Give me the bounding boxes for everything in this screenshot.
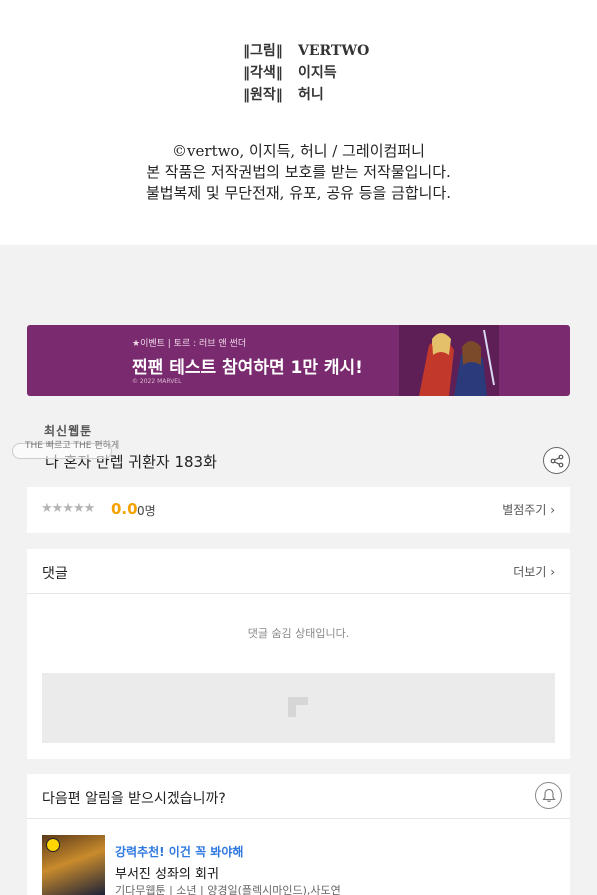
recommendation-tag: 강력추천! 이건 꼭 봐야해 [115,845,244,859]
comments-hidden-message: 댓글 숨김 상태입니다. [247,627,350,640]
copyright-notice-line2: 불법복제 및 무단전재, 유포, 공유 등을 금합니다. [145,184,452,202]
comments-more-button[interactable]: 더보기 › [513,563,555,580]
banner-event-label: ★이벤트 | 토르 : 러브 앤 썬더 [132,339,247,349]
wait-free-badge-icon [46,838,60,852]
comments-title: 댓글 [42,566,68,582]
recommendation-title[interactable]: 부서진 성좌의 회귀 [115,863,219,882]
credit-adaptation: ‖각색‖ 이지득 [243,65,337,81]
credit-art: ‖그림‖ VERTWO [243,43,370,59]
credits-panel: ‖그림‖ VERTWO ‖각색‖ 이지득 ‖원작‖ 허니 ©vertwo, 이지득, … [0,0,597,245]
banner-artwork [399,325,499,396]
banner-headline: 찐팬 테스트 참여하면 1만 캐시! [132,358,363,378]
notify-title: 다음편 알림을 받으시겠습니까? [42,791,226,807]
comments-section: 댓글 더보기 › 댓글 숨김 상태입니다. [27,549,570,759]
rating-card: ★★★★★ 0.0 0명 별점주기 › [27,487,570,533]
banner-copyright: © 2022 MARVEL [132,378,182,385]
recommendation-meta: 기다무웹툰 | 소년 | 양경일(플렉시마인드),사도연 [115,884,341,895]
episode-header: 나 혼자 만렙 귀환자 183화 최신웹툰 THE 빠르고 THE 편하게 [12,424,570,477]
copyright-notice-line1: 본 작품은 저작권법의 보호를 받는 저작물입니다. [146,163,451,181]
rate-button[interactable]: 별점주기 › [502,501,555,518]
copyright-notice: ©vertwo, 이지득, 허니 / 그레이컴퍼니 본 작품은 저작권법의 보호… [0,141,597,204]
recommendation-thumbnail[interactable] [42,835,105,895]
credit-original: ‖원작‖ 허니 [243,87,324,103]
notify-header: 다음편 알림을 받으시겠습니까? [27,774,570,819]
rating-stars[interactable]: ★★★★★ [41,501,95,516]
credit-lines: ‖그림‖ VERTWO ‖각색‖ 이지득 ‖원작‖ 허니 [243,40,369,106]
site-logo[interactable]: 최신웹툰 THE 빠르고 THE 편하게 [12,422,122,470]
rating-count: 0명 [137,504,156,518]
share-icon [550,454,563,467]
notify-bell-button[interactable] [535,782,562,809]
comments-header: 댓글 더보기 › [27,549,570,594]
notify-section: 다음편 알림을 받으시겠습니까? 강력추천! 이건 꼭 봐야해 부서진 성좌의 … [27,774,570,895]
bell-icon [541,788,556,803]
rating-score: 0.0 [111,500,138,518]
image-placeholder-icon [288,697,308,717]
logo-title: 최신웹툰 [44,424,93,438]
ad-placeholder[interactable] [42,673,555,743]
event-banner[interactable]: ★이벤트 | 토르 : 러브 앤 썬더 찐팬 테스트 참여하면 1만 캐시! ©… [27,325,570,396]
copyright-line: ©vertwo, 이지득, 허니 / 그레이컴퍼니 [172,142,425,160]
logo-tagline: THE 빠르고 THE 편하게 [25,441,120,451]
share-button[interactable] [543,447,570,474]
